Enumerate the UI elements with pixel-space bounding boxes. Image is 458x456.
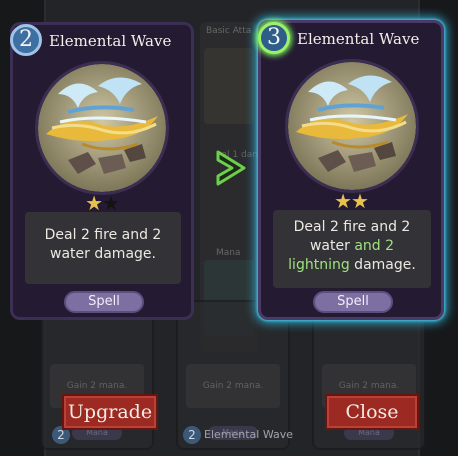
- bg-cost-badge: 2: [183, 426, 201, 444]
- card-title: Elemental Wave: [297, 30, 420, 48]
- card-cost-badge: 2: [10, 24, 42, 56]
- bg-card-desc: Gain 2 mana.: [186, 364, 280, 408]
- current-card: 2 Elemental Wave ★★ Deal 2 fire and 2 wa…: [10, 22, 194, 320]
- bg-card-title: Elemental Wave: [204, 428, 294, 441]
- upgrade-arrow-icon: [216, 150, 246, 186]
- elemental-wave-art-icon: [38, 64, 166, 192]
- bg-card-title: Basic Atta: [206, 26, 252, 36]
- card-description: Deal 2 fire and 2 water damage.: [25, 212, 181, 284]
- card-type-pill: Spell: [64, 291, 144, 313]
- bg-card-mana-title: Mana: [216, 248, 241, 258]
- elemental-wave-art-icon: [288, 62, 416, 190]
- card-type-pill: Spell: [313, 291, 393, 313]
- card-stars: ★★: [13, 193, 191, 213]
- upgraded-card[interactable]: 3 Elemental Wave ★★ Deal 2 fire and 2 wa…: [258, 20, 444, 320]
- card-description: Deal 2 fire and 2 water and 2 lightning …: [273, 210, 431, 288]
- bg-card-art: [204, 48, 254, 124]
- upgrade-button[interactable]: Upgrade: [62, 394, 158, 430]
- card-cost-badge: 3: [258, 22, 290, 54]
- card-title: Elemental Wave: [49, 32, 172, 50]
- card-stars: ★★: [261, 191, 441, 211]
- close-button[interactable]: Close: [325, 394, 419, 430]
- desc-text-end: damage.: [349, 257, 416, 273]
